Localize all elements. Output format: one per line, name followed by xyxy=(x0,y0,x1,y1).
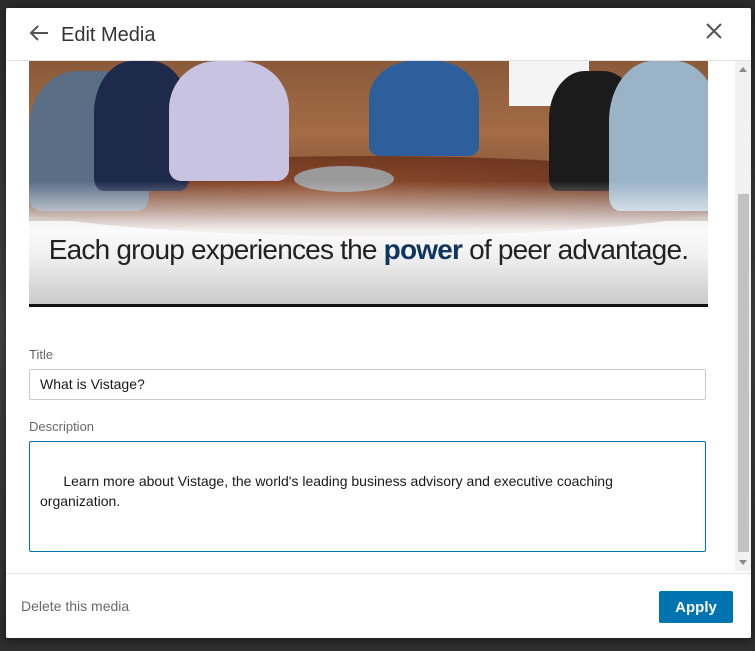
delete-media-link[interactable]: Delete this media xyxy=(21,598,129,614)
back-button[interactable] xyxy=(26,22,52,48)
caption-suffix: of peer advantage. xyxy=(462,234,689,265)
person-figure xyxy=(369,61,479,156)
scroll-up-icon[interactable] xyxy=(735,61,751,77)
close-icon xyxy=(704,21,724,46)
dialog-content: Each group experiences the power of peer… xyxy=(6,61,751,571)
media-preview: Each group experiences the power of peer… xyxy=(29,61,708,307)
arrow-left-icon xyxy=(28,22,50,49)
dialog-title: Edit Media xyxy=(61,24,156,46)
scroll-down-icon[interactable] xyxy=(735,555,751,571)
description-text: Learn more about Vistage, the world's le… xyxy=(40,473,617,509)
description-label: Description xyxy=(29,419,95,434)
resize-grip-icon[interactable] xyxy=(694,540,704,550)
caption-bold: power xyxy=(383,234,463,265)
scrollbar-thumb[interactable] xyxy=(738,194,749,552)
description-textarea[interactable]: Learn more about Vistage, the world's le… xyxy=(29,441,706,552)
caption-prefix: Each group experiences the xyxy=(48,234,384,265)
edit-media-dialog: Edit Media Each group experiences the po… xyxy=(6,8,751,638)
title-label: Title xyxy=(29,347,54,362)
person-figure xyxy=(169,61,289,181)
dialog-footer: Delete this media Apply xyxy=(6,573,751,638)
apply-button[interactable]: Apply xyxy=(659,591,733,623)
title-input[interactable]: What is Vistage? xyxy=(29,369,706,400)
dialog-header: Edit Media xyxy=(6,8,751,61)
close-button[interactable] xyxy=(701,20,727,46)
media-caption: Each group experiences the power of peer… xyxy=(29,234,708,266)
